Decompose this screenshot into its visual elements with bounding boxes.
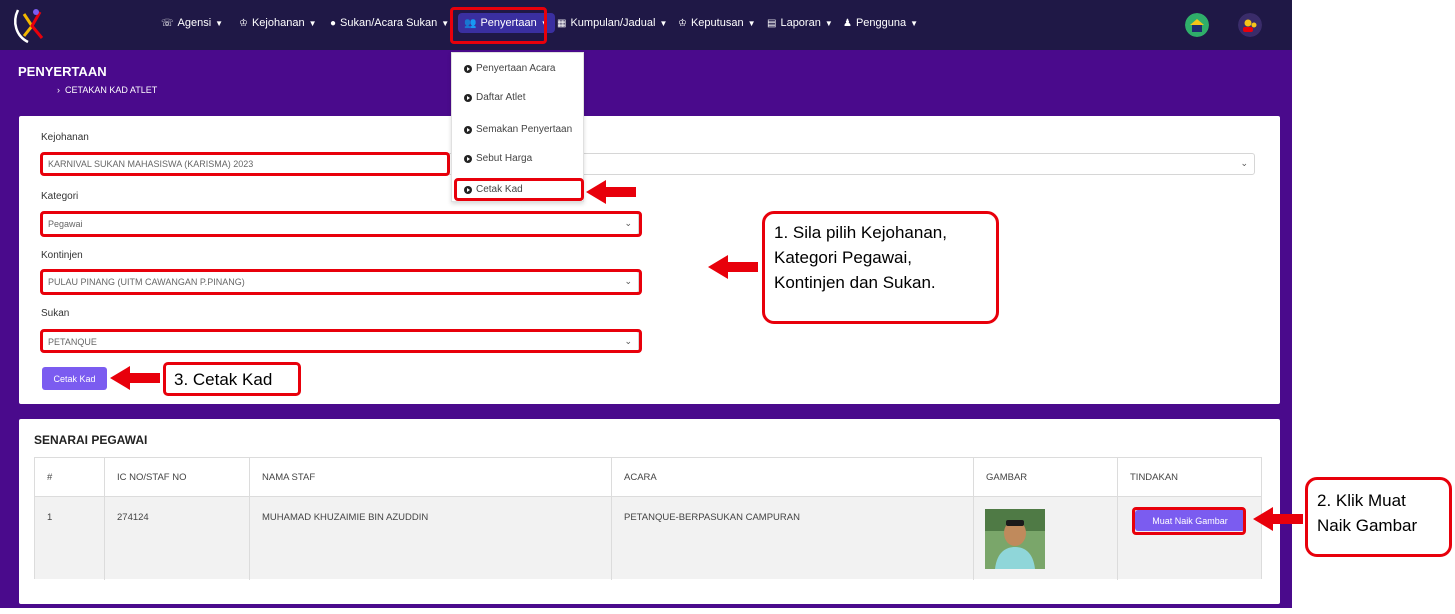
- nav-agensi[interactable]: ☏ Agensi ▼: [161, 17, 223, 29]
- trophy-icon: ♔: [678, 17, 687, 29]
- calendar-icon: ▦: [557, 17, 567, 29]
- kejohanan-highlight: [40, 152, 450, 176]
- nav-kejohanan[interactable]: ♔ Kejohanan ▼: [239, 17, 317, 29]
- chevron-down-icon: ▼: [441, 18, 450, 28]
- nav-sukan-label: Sukan/Acara Sukan: [340, 17, 438, 29]
- nav-pengguna-label: Pengguna: [855, 17, 907, 29]
- circle-arrow-icon: [464, 64, 472, 73]
- nav-agensi-label: Agensi: [177, 17, 212, 29]
- kategori-highlight: [40, 211, 642, 237]
- dropdown-item-penyertaan-acara[interactable]: Penyertaan Acara: [464, 63, 556, 74]
- page-title: PENYERTAAN: [18, 64, 107, 79]
- cetak-kad-button[interactable]: Cetak Kad: [42, 367, 107, 390]
- column-header: GAMBAR: [974, 458, 1118, 496]
- table-row: 1 274124 MUHAMAD KHUZAIMIE BIN AZUDDIN P…: [35, 496, 1261, 580]
- nav-kumpulan-label: Kumpulan/Jadual: [570, 17, 656, 29]
- nav-keputusan[interactable]: ♔ Keputusan ▼: [678, 17, 756, 29]
- left-arrow-icon: [1253, 507, 1303, 531]
- chevron-down-icon: ▼: [747, 18, 756, 28]
- dropdown-item-label: Penyertaan Acara: [476, 63, 556, 74]
- row-nama: MUHAMAD KHUZAIMIE BIN AZUDDIN: [250, 497, 612, 580]
- top-navbar: ☏ Agensi ▼ ♔ Kejohanan ▼ ● Sukan/Acara S…: [0, 0, 1292, 50]
- column-header: ACARA: [612, 458, 974, 496]
- page: ☏ Agensi ▼ ♔ Kejohanan ▼ ● Sukan/Acara S…: [0, 0, 1455, 614]
- chevron-down-icon: ▼: [659, 18, 668, 28]
- dropdown-item-label: Daftar Atlet: [476, 92, 526, 103]
- step1-callout: 1. Sila pilih Kejohanan, Kategori Pegawa…: [762, 211, 999, 324]
- user-avatar-icon[interactable]: [1238, 13, 1262, 37]
- chevron-right-icon: ›: [57, 85, 60, 95]
- kontinjen-highlight: [40, 269, 642, 295]
- pegawai-table: # IC NO/STAF NO NAMA STAF ACARA GAMBAR T…: [34, 457, 1262, 580]
- chevron-down-icon: ▼: [308, 18, 317, 28]
- document-icon: ▤: [767, 17, 777, 29]
- dropdown-item-label: Sebut Harga: [476, 153, 533, 164]
- circle-arrow-icon: [464, 93, 472, 102]
- ball-icon: ●: [330, 17, 337, 29]
- kontinjen-label: Kontinjen: [41, 250, 83, 261]
- circle-arrow-icon: [464, 154, 472, 163]
- left-arrow-icon: [708, 255, 758, 279]
- home-avatar-icon[interactable]: [1185, 13, 1209, 37]
- trophy-icon: ♔: [239, 17, 248, 29]
- row-ic: 274124: [105, 497, 250, 580]
- sukan-highlight: [40, 329, 642, 353]
- sukan-label: Sukan: [41, 308, 70, 319]
- penyertaan-highlight: [450, 7, 547, 44]
- app-logo[interactable]: [10, 4, 52, 46]
- staff-photo: [985, 509, 1045, 569]
- column-header: TINDAKAN: [1130, 471, 1179, 483]
- step1-line3: Kontinjen dan Sukan.: [774, 273, 936, 292]
- kejohanan-label: Kejohanan: [41, 132, 89, 143]
- chevron-down-icon: ▼: [215, 18, 224, 28]
- dropdown-item-daftar-atlet[interactable]: Daftar Atlet: [464, 92, 525, 103]
- dropdown-item-sebut-harga[interactable]: Sebut Harga: [464, 153, 532, 164]
- left-arrow-icon: [586, 180, 636, 204]
- agency-icon: ☏: [161, 17, 174, 29]
- step3-callout: 3. Cetak Kad: [163, 362, 301, 396]
- row-number: 1: [35, 497, 105, 580]
- step2-callout: 2. Klik Muat Naik Gambar: [1305, 477, 1452, 557]
- step2-line1: 2. Klik Muat: [1317, 491, 1406, 510]
- column-header: NAMA STAF: [250, 458, 612, 496]
- row-acara: PETANQUE-BERPASUKAN CAMPURAN: [612, 497, 974, 580]
- row-gambar-cell: [974, 497, 1118, 580]
- nav-kejohanan-label: Kejohanan: [251, 17, 305, 29]
- breadcrumb[interactable]: › CETAKAN KAD ATLET: [57, 85, 157, 95]
- kategori-label: Kategori: [41, 191, 79, 202]
- circle-arrow-icon: [464, 125, 472, 134]
- left-arrow-icon: [110, 366, 160, 390]
- nav-laporan-label: Laporan: [780, 17, 821, 29]
- user-icon: ♟: [843, 17, 852, 29]
- breadcrumb-label: CETAKAN KAD ATLET: [65, 85, 158, 95]
- cetak-kad-menu-highlight: [454, 178, 584, 201]
- nav-keputusan-label: Keputusan: [690, 17, 744, 29]
- muat-naik-highlight: [1132, 507, 1246, 535]
- dropdown-item-label: Semakan Penyertaan: [476, 124, 573, 135]
- chevron-down-icon: ⌄: [1240, 158, 1248, 168]
- table-title: SENARAI PEGAWAI: [34, 433, 148, 447]
- dropdown-item-semakan-penyertaan[interactable]: Semakan Penyertaan: [464, 124, 572, 135]
- step1-line1: 1. Sila pilih Kejohanan,: [774, 223, 947, 242]
- chevron-down-icon: ▼: [824, 18, 833, 28]
- step1-line2: Kategori Pegawai,: [774, 248, 912, 267]
- column-header: IC NO/STAF NO: [105, 458, 250, 496]
- nav-laporan[interactable]: ▤ Laporan ▼: [767, 17, 833, 29]
- nav-pengguna[interactable]: ♟ Pengguna ▼: [843, 17, 918, 29]
- chevron-down-icon: ▼: [910, 18, 919, 28]
- nav-sukan[interactable]: ● Sukan/Acara Sukan ▼: [330, 17, 449, 29]
- column-header: #: [35, 458, 105, 496]
- step2-line2: Naik Gambar: [1317, 516, 1418, 535]
- nav-kumpulan[interactable]: ▦ Kumpulan/Jadual ▼: [557, 17, 667, 29]
